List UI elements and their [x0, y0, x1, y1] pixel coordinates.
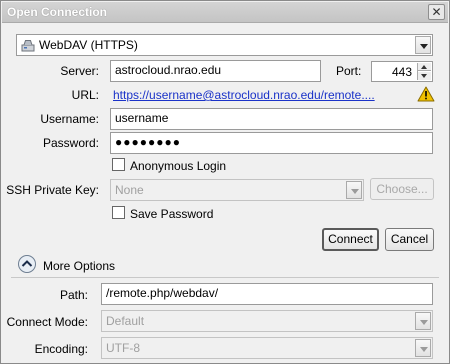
encoding-label: Encoding:	[34, 342, 88, 356]
protocol-select-value: WebDAV (HTTPS)	[39, 38, 138, 52]
url-label: URL:	[71, 88, 99, 102]
port-label: Port:	[336, 64, 362, 78]
open-connection-dialog: Open Connection ✕ WebDAV (HTTPS) Server:…	[0, 0, 450, 364]
chevron-down-icon[interactable]	[415, 36, 431, 54]
chevron-down-icon[interactable]	[415, 339, 431, 357]
server-input[interactable]: astrocloud.nrao.edu	[110, 60, 321, 82]
url-link[interactable]: https://username@astrocloud.nrao.edu/rem…	[113, 88, 375, 102]
warning-icon	[417, 86, 435, 102]
stepper-up-icon[interactable]	[418, 63, 431, 71]
drive-icon	[21, 39, 35, 52]
ssh-key-select[interactable]: None	[110, 179, 364, 201]
chevron-up-icon	[17, 255, 37, 277]
more-options-toggle[interactable]	[17, 254, 37, 274]
password-input[interactable]: ●●●●●●●●	[110, 132, 433, 154]
protocol-select[interactable]: WebDAV (HTTPS)	[16, 34, 433, 56]
title-bar: Open Connection ✕	[2, 2, 448, 23]
chevron-down-icon[interactable]	[415, 312, 431, 330]
port-value: 443	[391, 65, 412, 79]
choose-key-button[interactable]: Choose...	[370, 178, 434, 200]
save-password-checkbox[interactable]	[112, 206, 125, 219]
anonymous-login-checkbox[interactable]	[112, 158, 125, 171]
path-label: Path:	[59, 288, 88, 302]
window-title: Open Connection	[7, 5, 107, 19]
server-label: Server:	[60, 64, 99, 78]
connect-mode-label: Connect Mode:	[6, 315, 88, 329]
password-label: Password:	[42, 136, 99, 150]
cancel-button[interactable]: Cancel	[385, 228, 434, 251]
username-label: Username:	[40, 112, 99, 126]
close-button[interactable]: ✕	[428, 4, 445, 20]
path-input[interactable]: /remote.php/webdav/	[101, 283, 433, 305]
chevron-down-icon[interactable]	[346, 181, 362, 199]
close-icon: ✕	[431, 5, 442, 19]
save-password-label: Save Password	[130, 207, 214, 221]
connect-mode-select[interactable]: Default	[101, 310, 433, 332]
port-stepper-buttons	[417, 63, 431, 80]
connect-mode-value: Default	[106, 314, 145, 328]
encoding-select[interactable]: UTF-8	[101, 337, 433, 359]
stepper-down-icon[interactable]	[418, 72, 431, 80]
encoding-value: UTF-8	[106, 341, 140, 355]
anonymous-login-label: Anonymous Login	[130, 159, 227, 173]
port-stepper[interactable]: 443	[371, 61, 433, 82]
username-input[interactable]: username	[110, 108, 433, 130]
section-divider	[11, 277, 439, 278]
ssh-key-label: SSH Private Key:	[6, 183, 99, 197]
connect-button[interactable]: Connect	[322, 228, 379, 251]
more-options-label[interactable]: More Options	[43, 259, 115, 273]
ssh-key-value: None	[115, 183, 144, 197]
